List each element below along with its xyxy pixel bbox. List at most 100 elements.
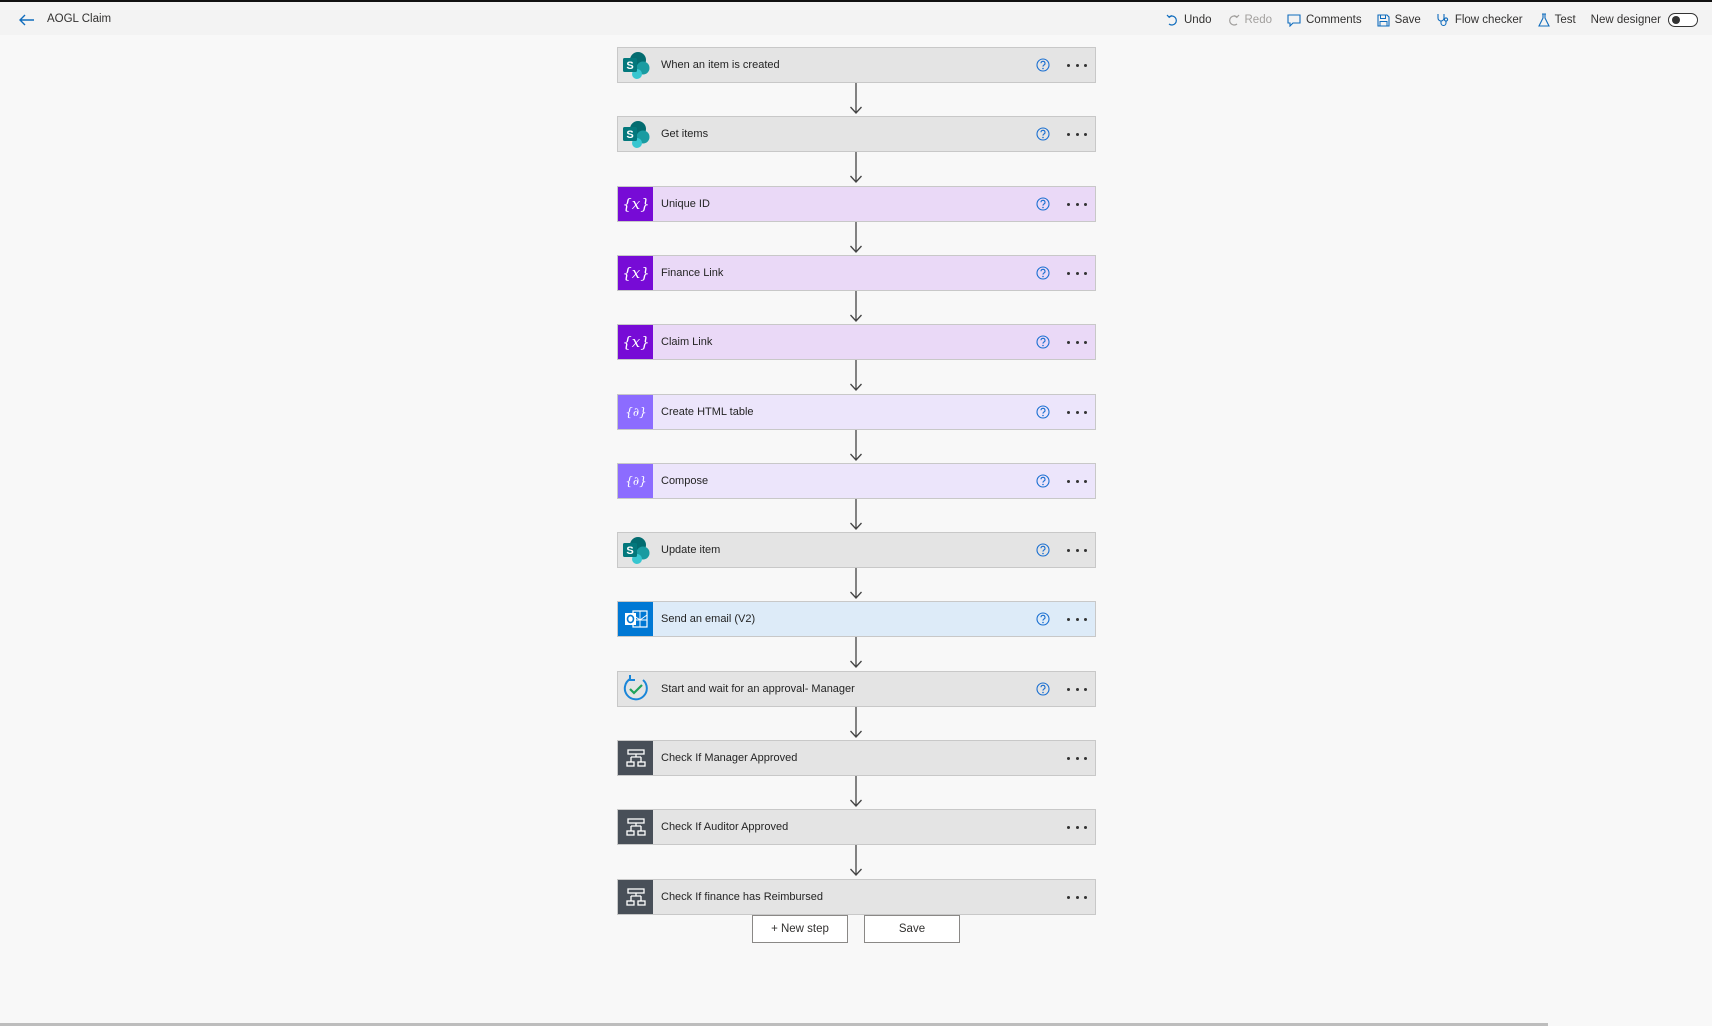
svg-text:{x}: {x} [623,264,649,282]
svg-text:S: S [626,60,633,72]
flow-step[interactable]: {x} Claim Link [617,324,1096,360]
new-designer-switch[interactable] [1668,13,1698,27]
svg-text:{x}: {x} [623,195,649,213]
help-icon[interactable] [1036,58,1050,72]
flow-step[interactable]: {x} Unique ID [617,186,1096,222]
flow-step[interactable]: Check If Auditor Approved [617,809,1096,845]
flow-step[interactable]: Check If Manager Approved [617,740,1096,776]
save-icon [1377,13,1390,27]
more-options-icon[interactable] [1067,126,1087,142]
connector-arrow-icon [849,707,863,744]
help-icon[interactable] [1036,474,1050,488]
connector-arrow-icon [849,637,863,674]
back-button[interactable] [17,10,37,30]
svg-text:{∂}: {∂} [625,405,646,419]
more-options-icon[interactable] [1067,542,1087,558]
flow-step[interactable]: {x} Finance Link [617,255,1096,291]
new-step-button[interactable]: + New step [752,915,848,943]
save-toolbar-label: Save [1394,14,1421,26]
toggle-knob [1672,16,1680,24]
variable-icon: {x} [618,256,653,290]
flow-canvas: S When an item is created S Get items {x} Uni… [0,35,1712,1026]
help-icon[interactable] [1036,266,1050,280]
connector-arrow-icon [849,222,863,259]
help-icon[interactable] [1036,127,1050,141]
flow-step-title: Check If finance has Reimbursed [661,891,824,903]
sharepoint-icon: S [618,117,653,151]
flow-step[interactable]: Start and wait for an approval- Manager [617,671,1096,707]
flow-step-title: Unique ID [661,198,710,210]
back-arrow-icon [19,14,34,26]
flow-step-title: Update item [661,544,721,556]
new-designer-label: New designer [1590,14,1661,26]
test-button[interactable]: Test [1537,13,1576,27]
more-options-icon[interactable] [1067,57,1087,73]
undo-button[interactable]: Undo [1166,14,1212,27]
flow-step[interactable]: Check If finance has Reimbursed [617,879,1096,915]
more-options-icon[interactable] [1067,404,1087,420]
more-options-icon[interactable] [1067,265,1087,281]
flow-step-title: Start and wait for an approval- Manager [661,683,855,695]
stethoscope-icon [1437,14,1448,27]
flow-step[interactable]: Send an email (V2) [617,601,1096,637]
flow-step[interactable]: {∂} Create HTML table [617,394,1096,430]
flow-step-title: Finance Link [661,267,724,279]
approval-icon [618,672,653,706]
redo-icon [1228,14,1239,26]
flow-step-title: Check If Manager Approved [661,752,798,764]
flow-checker-button[interactable]: Flow checker [1436,13,1523,27]
help-icon[interactable] [1036,197,1050,211]
redo-label: Redo [1244,14,1273,26]
flow-step[interactable]: S Update item [617,532,1096,568]
flow-step[interactable]: S Get items [617,116,1096,152]
comments-button[interactable]: Comments [1287,13,1362,27]
svg-text:S: S [626,129,633,141]
save-button[interactable]: Save [864,915,960,943]
more-options-icon[interactable] [1067,196,1087,212]
svg-text:{∂}: {∂} [625,474,646,488]
condition-icon [618,810,653,844]
flow-step-title: Claim Link [661,336,713,348]
connector-arrow-icon [849,845,863,882]
connector-arrow-icon [849,499,863,536]
beaker-icon [1537,13,1550,27]
condition-icon [618,741,653,775]
connector-arrow-icon [849,152,863,189]
undo-icon [1166,14,1177,26]
redo-button[interactable]: Redo [1227,14,1273,27]
more-options-icon[interactable] [1067,819,1087,835]
more-options-icon[interactable] [1067,334,1087,350]
help-icon[interactable] [1036,682,1050,696]
more-options-icon[interactable] [1067,611,1087,627]
help-icon[interactable] [1036,612,1050,626]
command-bar: Undo Redo Comments Save Flow checker Tes… [1151,10,1698,30]
flow-checker-label: Flow checker [1454,14,1523,26]
flow-step[interactable]: {∂} Compose [617,463,1096,499]
help-icon[interactable] [1036,335,1050,349]
help-icon[interactable] [1036,543,1050,557]
save-toolbar-button[interactable]: Save [1377,13,1421,27]
flow-title: AOGL Claim [47,13,112,25]
help-icon[interactable] [1036,405,1050,419]
more-options-icon[interactable] [1067,681,1087,697]
outlook-icon [618,602,653,636]
new-designer-toggle[interactable]: New designer [1591,13,1698,27]
undo-label: Undo [1184,14,1212,26]
more-options-icon[interactable] [1067,889,1087,905]
more-options-icon[interactable] [1067,473,1087,489]
flow-step-title: When an item is created [661,59,780,71]
connector-arrow-icon [849,568,863,605]
flow-step-title: Create HTML table [661,406,754,418]
flow-step-title: Compose [661,475,709,487]
more-options-icon[interactable] [1067,750,1087,766]
flow-step[interactable]: S When an item is created [617,47,1096,83]
data-operation-icon: {∂} [618,464,653,498]
connector-arrow-icon [849,776,863,813]
connector-arrow-icon [849,360,863,397]
comment-icon [1287,13,1301,27]
svg-text:{x}: {x} [623,333,649,351]
header-bar: AOGL Claim Undo Redo Comments Save Flow … [0,2,1712,35]
flow-step-title: Check If Auditor Approved [661,821,789,833]
connector-arrow-icon [849,83,863,120]
connector-arrow-icon [849,430,863,467]
